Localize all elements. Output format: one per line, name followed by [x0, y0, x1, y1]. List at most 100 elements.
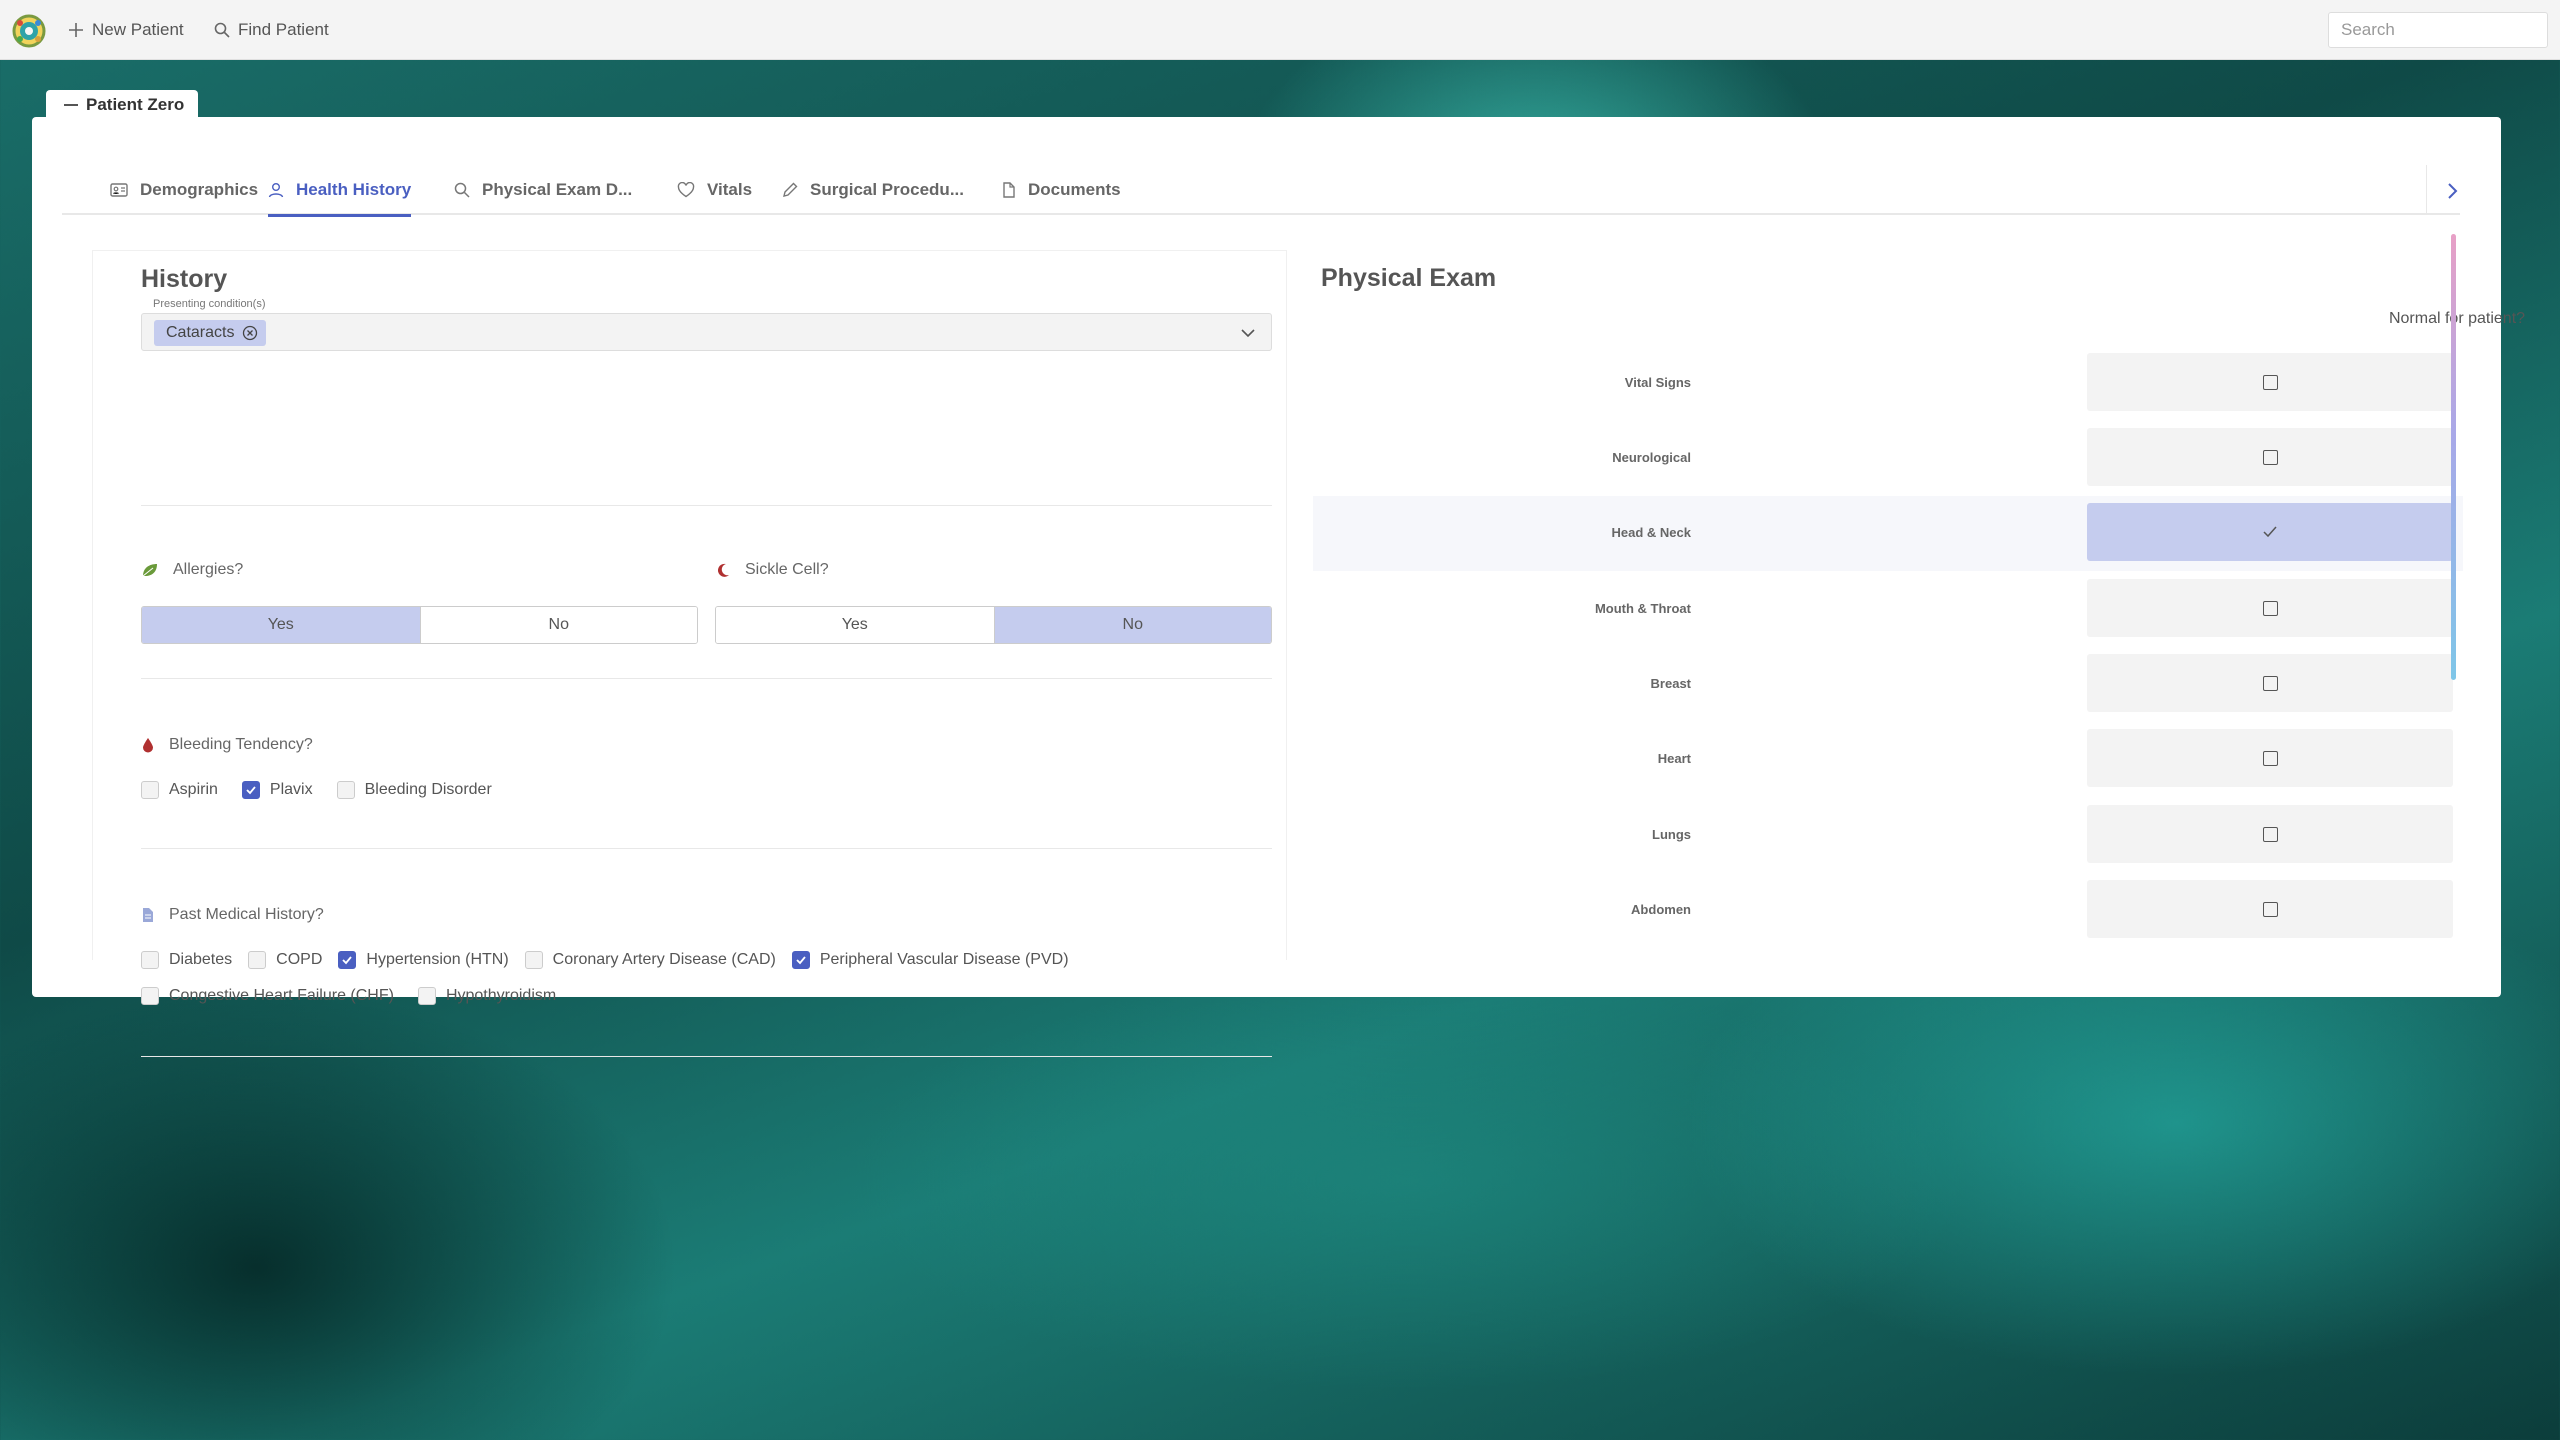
sickle-cell-yes-button[interactable]: Yes	[716, 607, 994, 643]
allergies-no-button[interactable]: No	[419, 607, 697, 643]
exam-row-abdomen: Abdomen	[1313, 873, 2463, 948]
moon-icon	[717, 563, 729, 577]
allergies-yes-button[interactable]: Yes	[142, 607, 420, 643]
exam-row-label: Head & Neck	[1611, 525, 1691, 540]
exam-row-head-neck: Head & Neck	[1313, 496, 2463, 571]
normal-toggle[interactable]	[2087, 503, 2453, 561]
divider	[141, 848, 1272, 849]
exam-row-label: Heart	[1657, 751, 1691, 766]
id-card-icon	[110, 183, 128, 197]
normal-toggle[interactable]	[2087, 353, 2453, 411]
remove-chip-icon[interactable]	[242, 325, 258, 341]
scrollbar[interactable]	[2451, 234, 2456, 680]
pvd-checkbox[interactable]: Peripheral Vascular Disease (PVD)	[791, 951, 1069, 969]
checkbox-label: Bleeding Disorder	[364, 781, 492, 798]
normal-toggle[interactable]	[2087, 579, 2453, 637]
history-panel: History Presenting condition(s) Cataract…	[92, 250, 1287, 1057]
find-patient-button[interactable]: Find Patient	[214, 18, 329, 42]
checkbox-box[interactable]	[141, 951, 159, 969]
exam-row-mouth-throat: Mouth & Throat	[1313, 572, 2463, 647]
tab-label: Surgical Procedu...	[810, 180, 964, 199]
search-input[interactable]	[2328, 12, 2548, 48]
square-icon	[2262, 901, 2278, 917]
document-icon	[1003, 182, 1015, 198]
checkbox-box[interactable]	[248, 951, 267, 969]
exam-row-lungs: Lungs	[1313, 798, 2463, 873]
tab-physical-exam[interactable]: Physical Exam D...	[454, 165, 632, 215]
tab-vitals[interactable]: Vitals	[677, 165, 752, 215]
tab-health-history[interactable]: Health History	[268, 165, 412, 217]
checkbox-box[interactable]	[791, 951, 810, 969]
section-tabs: Demographics Health History Physical Exa…	[62, 165, 2460, 217]
hypertension-checkbox[interactable]: Hypertension (HTN)	[338, 951, 509, 969]
allergies-label: Allergies?	[173, 561, 244, 578]
find-patient-label: Find Patient	[238, 20, 329, 39]
cad-checkbox[interactable]: Coronary Artery Disease (CAD)	[524, 951, 776, 969]
physical-exam-title: Physical Exam	[1321, 264, 1497, 292]
copd-checkbox[interactable]: COPD	[248, 951, 322, 969]
checkbox-box[interactable]	[338, 951, 357, 969]
square-icon	[2262, 449, 2278, 465]
bleeding-disorder-checkbox[interactable]: Bleeding Disorder	[336, 781, 492, 799]
pmh-options-row2: Congestive Heart Failure (CHF) Hypothyro…	[141, 987, 580, 1005]
allergies-question: Allergies?	[141, 561, 243, 579]
tab-documents[interactable]: Documents	[1002, 165, 1121, 215]
hypothyroidism-checkbox[interactable]: Hypothyroidism	[417, 987, 557, 1005]
plavix-checkbox[interactable]: Plavix	[241, 781, 313, 799]
checkbox-label: Hypertension (HTN)	[366, 951, 509, 968]
normal-toggle[interactable]	[2087, 729, 2453, 787]
checkbox-box[interactable]	[417, 987, 436, 1005]
checkbox-box[interactable]	[141, 781, 159, 799]
normal-toggle[interactable]	[2087, 880, 2453, 938]
checkbox-box[interactable]	[524, 951, 543, 969]
normal-toggle[interactable]	[2087, 428, 2453, 486]
checkbox-label: Coronary Artery Disease (CAD)	[552, 951, 776, 968]
diabetes-checkbox[interactable]: Diabetes	[141, 951, 232, 969]
chip-label: Cataracts	[166, 324, 235, 341]
collapse-dash-icon[interactable]	[64, 104, 78, 106]
sickle-cell-no-button[interactable]: No	[993, 607, 1271, 643]
chevron-right-icon[interactable]	[2440, 179, 2464, 203]
patient-tab[interactable]: Patient Zero	[46, 90, 198, 120]
checkbox-box[interactable]	[336, 781, 355, 799]
allergies-toggle: Yes No	[141, 606, 698, 644]
presenting-condition-select[interactable]: Cataracts	[141, 313, 1272, 351]
tab-demographics[interactable]: Demographics	[110, 165, 258, 215]
normal-toggle[interactable]	[2087, 805, 2453, 863]
checkbox-label: Hypothyroidism	[445, 987, 557, 1004]
tab-label: Health History	[296, 180, 412, 199]
new-patient-button[interactable]: New Patient	[68, 18, 184, 42]
checkbox-label: Plavix	[269, 781, 313, 798]
new-patient-label: New Patient	[92, 20, 184, 39]
tab-label: Demographics	[140, 180, 259, 199]
square-icon	[2262, 750, 2278, 766]
sickle-cell-question: Sickle Cell?	[715, 561, 829, 579]
presenting-condition-label: Presenting condition(s)	[153, 298, 266, 310]
exam-row-label: Breast	[1650, 676, 1691, 691]
leaf-icon	[142, 564, 157, 577]
tab-label: Documents	[1028, 180, 1121, 199]
chf-checkbox[interactable]: Congestive Heart Failure (CHF)	[141, 987, 394, 1005]
checkbox-box[interactable]	[141, 987, 159, 1005]
tab-surgical-procedures[interactable]: Surgical Procedu...	[782, 165, 964, 215]
sickle-cell-toggle: Yes No	[715, 606, 1272, 644]
checkbox-label: Aspirin	[169, 781, 218, 798]
chevron-down-icon[interactable]	[1239, 324, 1257, 342]
checkbox-box[interactable]	[241, 781, 260, 799]
divider	[141, 678, 1272, 679]
app-logo-icon[interactable]	[12, 14, 46, 48]
check-icon	[2263, 526, 2277, 538]
normal-toggle[interactable]	[2087, 654, 2453, 712]
square-icon	[2262, 826, 2278, 842]
search-icon	[454, 182, 470, 198]
top-navbar: New Patient Find Patient	[0, 0, 2560, 60]
square-icon	[2262, 600, 2278, 616]
patient-name: Patient Zero	[86, 95, 185, 114]
blood-drop-icon	[143, 738, 153, 753]
tabs-divider	[2426, 165, 2427, 215]
bleeding-tendency-question: Bleeding Tendency?	[141, 736, 313, 754]
aspirin-checkbox[interactable]: Aspirin	[141, 781, 218, 799]
square-icon	[2262, 374, 2278, 390]
sickle-cell-label: Sickle Cell?	[745, 561, 829, 578]
history-title: History	[141, 265, 228, 293]
